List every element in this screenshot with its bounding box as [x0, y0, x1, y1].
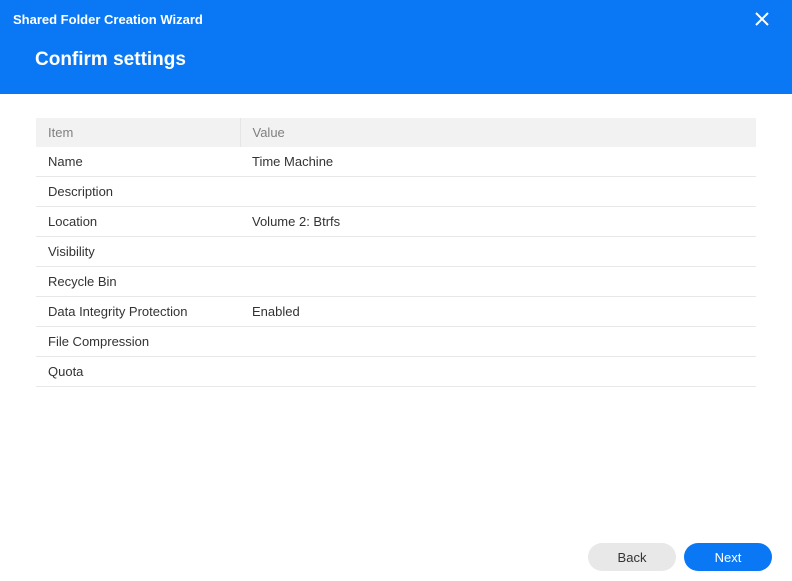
cell-value: Time Machine [240, 147, 756, 177]
cell-item: Recycle Bin [36, 267, 240, 297]
cell-item: Visibility [36, 237, 240, 267]
table-row: Visibility [36, 237, 756, 267]
cell-value [240, 327, 756, 357]
page-title: Confirm settings [0, 27, 792, 71]
wizard-header: Shared Folder Creation Wizard Confirm se… [0, 0, 792, 94]
table-row: Recycle Bin [36, 267, 756, 297]
window-title: Shared Folder Creation Wizard [0, 0, 792, 27]
back-button[interactable]: Back [588, 543, 676, 571]
cell-item: Data Integrity Protection [36, 297, 240, 327]
cell-item: Description [36, 177, 240, 207]
cell-item: File Compression [36, 327, 240, 357]
wizard-footer: Back Next [0, 533, 792, 581]
table-row: Quota [36, 357, 756, 387]
cell-item: Location [36, 207, 240, 237]
cell-value [240, 237, 756, 267]
cell-item: Name [36, 147, 240, 177]
table-row: Name Time Machine [36, 147, 756, 177]
cell-value [240, 177, 756, 207]
col-header-item: Item [36, 118, 240, 147]
table-row: Data Integrity Protection Enabled [36, 297, 756, 327]
table-header-row: Item Value [36, 118, 756, 147]
cell-value: Enabled [240, 297, 756, 327]
table-row: Description [36, 177, 756, 207]
col-header-value: Value [240, 118, 756, 147]
cell-item: Quota [36, 357, 240, 387]
close-icon [755, 12, 769, 31]
cell-value: Volume 2: Btrfs [240, 207, 756, 237]
table-row: File Compression [36, 327, 756, 357]
cell-value [240, 357, 756, 387]
close-button[interactable] [750, 9, 774, 33]
cell-value [240, 267, 756, 297]
settings-table: Item Value Name Time Machine Description… [36, 118, 756, 387]
next-button[interactable]: Next [684, 543, 772, 571]
table-row: Location Volume 2: Btrfs [36, 207, 756, 237]
content-area: Item Value Name Time Machine Description… [0, 94, 792, 387]
